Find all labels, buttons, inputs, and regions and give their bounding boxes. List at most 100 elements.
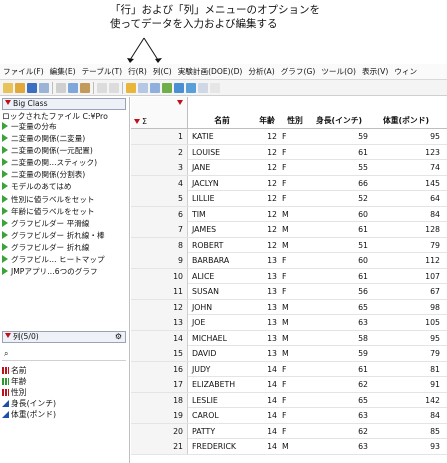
cell-height[interactable]: 56	[306, 284, 368, 299]
row-number[interactable]: 6	[131, 206, 188, 222]
table-script-item[interactable]: グラフビルダー 折れ線・棒	[2, 230, 128, 242]
cell-height[interactable]: 58	[306, 331, 368, 346]
table-title-bar[interactable]: Big Class	[2, 98, 126, 110]
table-row[interactable]: 19 CAROL 14 F 63 84	[131, 408, 447, 424]
menu-item[interactable]: 実験計画(DOE)(D)	[175, 64, 246, 79]
table-row[interactable]: 6 TIM 12 M 60 84	[131, 206, 447, 222]
cell-weight[interactable]: 84	[372, 207, 440, 222]
red-triangle-menu-icon[interactable]	[5, 333, 11, 338]
cell-sex[interactable]: F	[282, 408, 302, 423]
cell-weight[interactable]: 107	[372, 269, 440, 284]
cell-height[interactable]: 65	[306, 300, 368, 315]
column-list-item[interactable]: 体重(ポンド)	[2, 409, 126, 420]
cell-age[interactable]: 13	[252, 331, 277, 346]
cell-height[interactable]: 63	[306, 315, 368, 330]
cell-weight[interactable]: 74	[372, 160, 440, 175]
cell-name[interactable]: LILLIE	[192, 191, 252, 206]
journal-icon[interactable]	[39, 83, 49, 93]
cell-sex[interactable]: F	[282, 176, 302, 191]
cell-name[interactable]: JAMES	[192, 222, 252, 237]
redo-icon[interactable]	[109, 83, 119, 93]
cell-sex[interactable]: M	[282, 238, 302, 253]
menu-item[interactable]: 表示(V)	[359, 64, 391, 79]
table-row[interactable]: 14 MICHAEL 13 M 58 95	[131, 330, 447, 346]
copy-icon[interactable]	[68, 83, 78, 93]
cell-name[interactable]: ELIZABETH	[192, 377, 252, 392]
table-row[interactable]: 12 JOHN 13 M 65 98	[131, 299, 447, 315]
cell-height[interactable]: 61	[306, 145, 368, 160]
cell-name[interactable]: FREDERICK	[192, 439, 252, 454]
save-icon[interactable]	[27, 83, 37, 93]
row-number[interactable]: 3	[131, 160, 188, 175]
table-script-item[interactable]: JMPアプリ…6つのグラフ	[2, 266, 128, 278]
table-row[interactable]: 15 DAVID 13 M 59 79	[131, 346, 447, 362]
row-number[interactable]: 21	[131, 439, 188, 454]
cell-name[interactable]: JOHN	[192, 300, 252, 315]
table-row[interactable]: 21 FREDERICK 14 M 63 93	[131, 439, 447, 455]
cell-height[interactable]: 59	[306, 346, 368, 361]
table-row[interactable]: 5 LILLIE 12 F 52 64	[131, 191, 447, 207]
table-script-item[interactable]: 二変量の関…スティック)	[2, 157, 128, 169]
row-number[interactable]: 4	[131, 175, 188, 191]
cell-name[interactable]: DAVID	[192, 346, 252, 361]
cell-weight[interactable]: 112	[372, 253, 440, 268]
row-number[interactable]: 2	[131, 144, 188, 160]
row-number[interactable]: 9	[131, 253, 188, 268]
cell-name[interactable]: PATTY	[192, 424, 252, 439]
cell-age[interactable]: 14	[252, 439, 277, 454]
paste-icon[interactable]	[80, 83, 90, 93]
columns-settings-icon[interactable]: ⚙	[115, 332, 122, 342]
cell-weight[interactable]: 123	[372, 145, 440, 160]
cell-sex[interactable]: M	[282, 439, 302, 454]
cell-name[interactable]: KATIE	[192, 129, 252, 144]
cell-height[interactable]: 66	[306, 176, 368, 191]
cell-height[interactable]: 52	[306, 191, 368, 206]
cell-weight[interactable]: 95	[372, 331, 440, 346]
cell-height[interactable]: 59	[306, 129, 368, 144]
column-header-height[interactable]: 身長(インチ)	[308, 115, 370, 129]
scatter-icon[interactable]	[198, 83, 208, 93]
column-list-item[interactable]: 名前	[2, 365, 126, 376]
row-number[interactable]: 19	[131, 408, 188, 423]
cell-weight[interactable]: 98	[372, 300, 440, 315]
table-row[interactable]: 7 JAMES 12 M 61 128	[131, 222, 447, 238]
cell-name[interactable]: SUSAN	[192, 284, 252, 299]
cell-sex[interactable]: F	[282, 160, 302, 175]
menu-item[interactable]: 行(R)	[125, 64, 150, 79]
menu-item[interactable]: 編集(E)	[47, 64, 79, 79]
cell-height[interactable]: 60	[306, 253, 368, 268]
table-script-item[interactable]: グラフビルダー 折れ線	[2, 242, 128, 254]
cell-weight[interactable]: 79	[372, 346, 440, 361]
cell-age[interactable]: 12	[252, 176, 277, 191]
cell-name[interactable]: JANE	[192, 160, 252, 175]
table-row[interactable]: 11 SUSAN 13 F 56 67	[131, 284, 447, 300]
table-script-item[interactable]: モデルのあてはめ	[2, 181, 128, 193]
table-row[interactable]: 4 JACLYN 12 F 66 145	[131, 175, 447, 191]
cell-name[interactable]: ALICE	[192, 269, 252, 284]
row-number[interactable]: 1	[131, 129, 188, 144]
table-row[interactable]: 16 JUDY 14 F 61 81	[131, 361, 447, 377]
graph-builder-icon[interactable]	[162, 83, 172, 93]
cell-sex[interactable]: M	[282, 207, 302, 222]
cell-age[interactable]: 14	[252, 424, 277, 439]
cell-sex[interactable]: M	[282, 222, 302, 237]
cell-sex[interactable]: F	[282, 284, 302, 299]
cell-name[interactable]: CAROL	[192, 408, 252, 423]
menu-item[interactable]: テーブル(T)	[79, 64, 125, 79]
row-number[interactable]: 20	[131, 423, 188, 439]
cell-weight[interactable]: 105	[372, 315, 440, 330]
cell-weight[interactable]: 79	[372, 238, 440, 253]
cell-age[interactable]: 12	[252, 222, 277, 237]
cell-name[interactable]: JUDY	[192, 362, 252, 377]
cell-age[interactable]: 13	[252, 269, 277, 284]
table-script-item[interactable]: 年齢に値ラベルをセット	[2, 206, 128, 218]
cell-height[interactable]: 61	[306, 222, 368, 237]
table-row[interactable]: 8 ROBERT 12 M 51 79	[131, 237, 447, 253]
cell-height[interactable]: 60	[306, 207, 368, 222]
cell-sex[interactable]: F	[282, 377, 302, 392]
cell-name[interactable]: BARBARA	[192, 253, 252, 268]
cell-age[interactable]: 13	[252, 300, 277, 315]
table-script-item[interactable]: グラフビルダー 平滑線	[2, 218, 128, 230]
cell-sex[interactable]: F	[282, 129, 302, 144]
column-list-item[interactable]: 年齢	[2, 376, 126, 387]
